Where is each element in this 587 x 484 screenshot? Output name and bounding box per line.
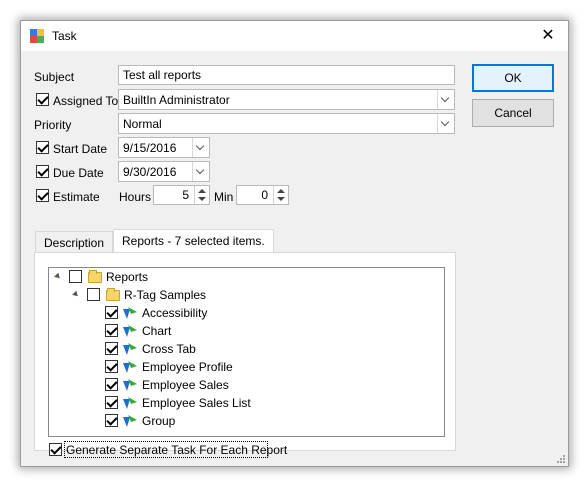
folder-icon (88, 270, 102, 283)
tree-checkbox-employee-sales[interactable] (105, 378, 118, 391)
due-date-dropdown-button[interactable] (192, 162, 209, 181)
generate-separate-task-checkbox[interactable] (49, 443, 62, 456)
spin-down-icon[interactable] (277, 197, 285, 201)
expander-icon[interactable] (54, 272, 62, 281)
min-stepper[interactable]: 0 (236, 185, 289, 205)
assigned-to-value: BuiltIn Administrator (123, 93, 230, 107)
tree-item-chart[interactable]: Chart (142, 324, 171, 338)
reports-tab-panel: Reports R-Tag Samples Accessibility Char… (34, 252, 456, 458)
tree-checkbox-rtag-samples[interactable] (87, 288, 100, 301)
task-app-icon (30, 29, 44, 43)
start-date-picker[interactable]: 9/15/2016 (118, 137, 210, 158)
tree-item-reports[interactable]: Reports (106, 270, 148, 284)
tree-checkbox-reports[interactable] (69, 270, 82, 283)
min-value: 0 (261, 188, 268, 202)
priority-dropdown-button[interactable] (437, 114, 454, 133)
chevron-down-icon (440, 117, 450, 127)
hours-stepper[interactable]: 5 (153, 185, 210, 205)
tree-item-employee-sales[interactable]: Employee Sales (142, 378, 229, 392)
due-date-value: 9/30/2016 (123, 165, 177, 179)
chevron-down-icon (440, 93, 450, 103)
priority-value: Normal (123, 117, 162, 131)
hours-label: Hours (119, 190, 152, 204)
assigned-to-select[interactable]: BuiltIn Administrator (118, 89, 455, 110)
reports-tree[interactable]: Reports R-Tag Samples Accessibility Char… (48, 267, 445, 437)
report-icon (123, 343, 137, 355)
tree-checkbox-employee-sales-list[interactable] (105, 396, 118, 409)
due-date-label: Due Date (53, 166, 104, 180)
cancel-button[interactable]: Cancel (472, 99, 554, 127)
ok-button[interactable]: OK (472, 64, 554, 92)
generate-separate-task-label[interactable]: Generate Separate Task For Each Report (66, 443, 287, 457)
resize-grip-icon[interactable] (556, 454, 565, 463)
report-icon (123, 397, 137, 409)
tree-checkbox-cross-tab[interactable] (105, 342, 118, 355)
assigned-to-checkbox[interactable] (36, 93, 49, 106)
report-icon (123, 415, 137, 427)
spin-down-icon[interactable] (198, 197, 206, 201)
tree-item-employee-profile[interactable]: Employee Profile (142, 360, 233, 374)
tree-checkbox-employee-profile[interactable] (105, 360, 118, 373)
report-icon (123, 307, 137, 319)
assigned-to-dropdown-button[interactable] (437, 90, 454, 109)
priority-select[interactable]: Normal (118, 113, 455, 134)
report-icon (123, 361, 137, 373)
start-date-value: 9/15/2016 (123, 141, 177, 155)
due-date-picker[interactable]: 9/30/2016 (118, 161, 210, 182)
tree-item-cross-tab[interactable]: Cross Tab (142, 342, 196, 356)
window-title: Task (52, 29, 77, 43)
tree-checkbox-accessibility[interactable] (105, 306, 118, 319)
tree-item-rtag-samples[interactable]: R-Tag Samples (124, 288, 206, 302)
chevron-down-icon (195, 165, 205, 175)
min-stepper-buttons[interactable] (273, 186, 288, 204)
chevron-down-icon (195, 141, 205, 151)
subject-label: Subject (34, 70, 75, 84)
start-date-checkbox[interactable] (36, 141, 49, 154)
assigned-to-label: Assigned To (53, 94, 119, 108)
folder-icon (106, 288, 120, 301)
priority-label: Priority (34, 118, 72, 132)
tab-reports[interactable]: Reports - 7 selected items. (113, 229, 274, 253)
close-icon[interactable]: ✕ (528, 21, 568, 51)
subject-input[interactable]: Test all reports (118, 65, 455, 85)
tree-checkbox-group[interactable] (105, 414, 118, 427)
start-date-dropdown-button[interactable] (192, 138, 209, 157)
expander-icon[interactable] (72, 290, 80, 299)
estimate-checkbox[interactable] (36, 189, 49, 202)
tab-description[interactable]: Description (35, 231, 114, 253)
spin-up-icon[interactable] (198, 189, 206, 193)
tree-item-employee-sales-list[interactable]: Employee Sales List (142, 396, 251, 410)
tree-checkbox-chart[interactable] (105, 324, 118, 337)
report-icon (123, 325, 137, 337)
estimate-label: Estimate (53, 190, 100, 204)
tree-item-accessibility[interactable]: Accessibility (142, 306, 207, 320)
min-label: Min (214, 190, 234, 204)
hours-stepper-buttons[interactable] (194, 186, 209, 204)
due-date-checkbox[interactable] (36, 165, 49, 178)
start-date-label: Start Date (53, 142, 108, 156)
task-dialog: Task ✕ Subject Test all reports Assigned… (20, 20, 569, 467)
report-icon (123, 379, 137, 391)
title-bar: Task ✕ (21, 21, 568, 51)
tree-item-group[interactable]: Group (142, 414, 175, 428)
hours-value: 5 (182, 188, 189, 202)
spin-up-icon[interactable] (277, 189, 285, 193)
